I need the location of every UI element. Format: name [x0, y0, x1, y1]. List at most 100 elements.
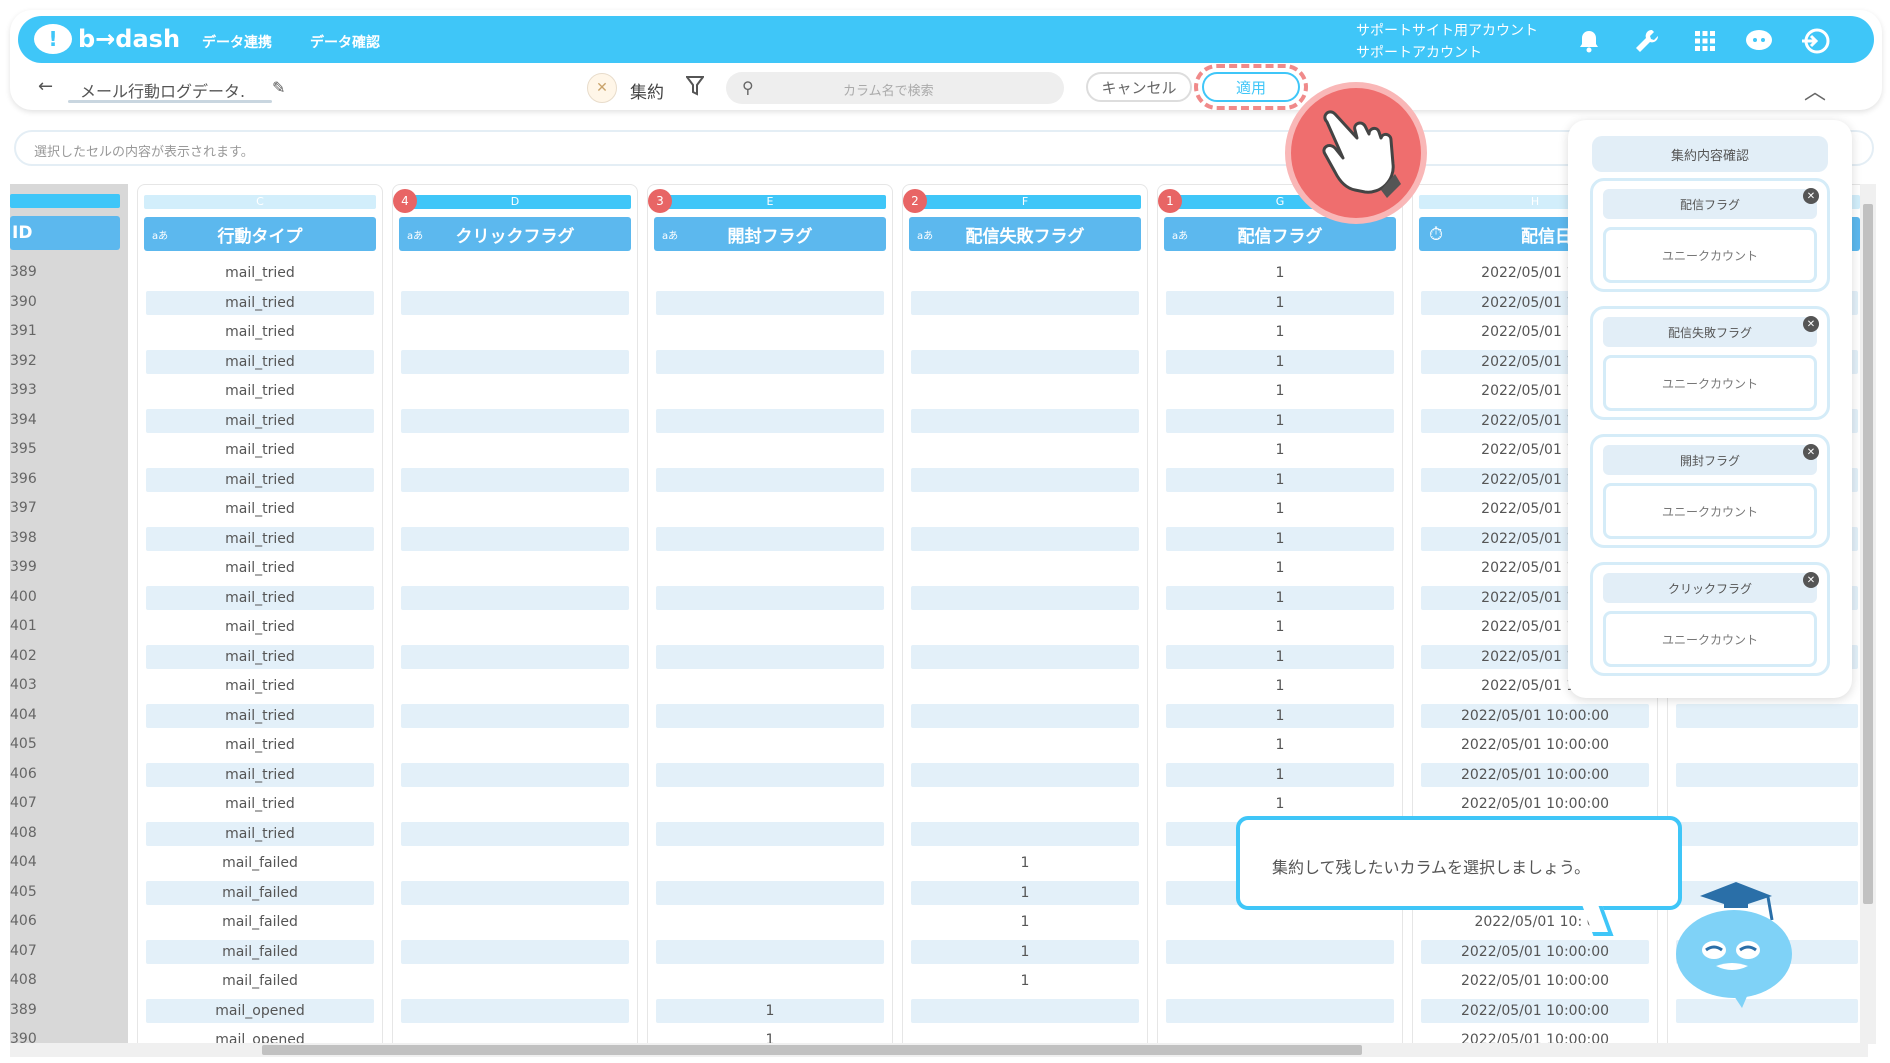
table-cell[interactable] [401, 438, 629, 462]
table-cell[interactable]: mail_tried [146, 497, 374, 521]
table-cell[interactable] [1676, 762, 1858, 787]
table-cell[interactable]: 1 [1166, 733, 1394, 757]
table-cell[interactable] [401, 290, 629, 315]
table-cell[interactable] [401, 497, 629, 521]
table-cell[interactable] [656, 556, 884, 580]
table-cell[interactable]: mail_tried [146, 290, 374, 315]
table-cell[interactable]: 1 [1166, 674, 1394, 698]
table-cell[interactable]: 1 [1166, 379, 1394, 403]
table-cell[interactable]: mail_tried [146, 615, 374, 639]
table-cell[interactable]: 2022/05/01 10:00:00 [1421, 703, 1649, 728]
horizontal-scroll-thumb[interactable] [262, 1045, 1362, 1055]
table-cell[interactable] [1166, 910, 1394, 934]
brain-icon[interactable] [1744, 26, 1774, 56]
table-cell[interactable]: 2022/05/01 10:00:00 [1421, 969, 1649, 993]
column-letter[interactable]: E [654, 195, 886, 209]
table-cell[interactable]: 2022/05/01 10:00:00 [1421, 762, 1649, 787]
table-cell[interactable] [656, 438, 884, 462]
table-cell[interactable]: mail_opened [146, 998, 374, 1023]
table-cell[interactable] [401, 851, 629, 875]
cancel-button[interactable]: キャンセル [1086, 72, 1192, 102]
table-cell[interactable]: 2022/05/01 10:00:00 [1421, 1028, 1649, 1044]
table-cell[interactable] [656, 526, 884, 551]
table-cell[interactable] [401, 467, 629, 492]
table-cell[interactable] [656, 408, 884, 433]
table-cell[interactable]: mail_tried [146, 320, 374, 344]
table-cell[interactable] [1166, 939, 1394, 964]
table-cell[interactable]: 1 [1166, 762, 1394, 787]
table-cell[interactable] [911, 497, 1139, 521]
close-icon[interactable]: ✕ [1803, 188, 1819, 204]
table-cell[interactable] [1676, 703, 1858, 728]
table-cell[interactable] [656, 290, 884, 315]
nav-data-check[interactable]: データ確認 [310, 32, 380, 52]
table-cell[interactable] [656, 497, 884, 521]
table-cell[interactable]: 1 [911, 939, 1139, 964]
table-cell[interactable] [401, 615, 629, 639]
table-cell[interactable]: mail_tried [146, 556, 374, 580]
table-cell[interactable]: mail_tried [146, 762, 374, 787]
table-cell[interactable] [401, 939, 629, 964]
column-header[interactable]: aあ 開封フラグ [654, 217, 886, 251]
bell-icon[interactable] [1574, 26, 1604, 56]
table-cell[interactable] [911, 438, 1139, 462]
table-cell[interactable] [1676, 821, 1858, 846]
column-header-id[interactable]: ID [10, 216, 120, 250]
table-cell[interactable] [656, 349, 884, 374]
table-cell[interactable] [656, 467, 884, 492]
card-method[interactable]: ユニークカウント [1603, 483, 1817, 539]
search-input[interactable]: カラム名で検索 [843, 80, 934, 99]
vertical-scroll-thumb[interactable] [1863, 204, 1873, 904]
table-cell[interactable] [401, 379, 629, 403]
table-cell[interactable] [911, 821, 1139, 846]
table-cell[interactable] [656, 320, 884, 344]
card-method[interactable]: ユニークカウント [1603, 355, 1817, 411]
table-cell[interactable]: 2022/05/01 10:00:00 [1421, 733, 1649, 757]
table-cell[interactable] [401, 1028, 629, 1044]
table-cell[interactable]: mail_tried [146, 792, 374, 816]
table-cell[interactable] [401, 792, 629, 816]
table-cell[interactable]: mail_tried [146, 408, 374, 433]
table-cell[interactable] [1166, 1028, 1394, 1044]
table-cell[interactable]: 2022/05/01 10:00:00 [1421, 792, 1649, 816]
table-cell[interactable]: 1 [656, 1028, 884, 1044]
table-cell[interactable]: 1 [1166, 792, 1394, 816]
table-cell[interactable] [911, 349, 1139, 374]
table-cell[interactable] [401, 644, 629, 669]
table-cell[interactable] [656, 615, 884, 639]
table-cell[interactable] [401, 703, 629, 728]
table-cell[interactable]: 1 [1166, 349, 1394, 374]
table-cell[interactable]: 1 [1166, 556, 1394, 580]
close-icon[interactable]: ✕ [1803, 444, 1819, 460]
table-cell[interactable] [656, 261, 884, 285]
table-cell[interactable] [656, 674, 884, 698]
vertical-scrollbar[interactable] [1860, 184, 1876, 1044]
table-cell[interactable] [401, 556, 629, 580]
table-cell[interactable]: mail_tried [146, 379, 374, 403]
table-cell[interactable] [401, 880, 629, 905]
table-cell[interactable]: 2022/05/01 10: 0 [1421, 910, 1649, 934]
aggregate-icon[interactable]: ✕ [587, 73, 617, 103]
table-cell[interactable]: 1 [1166, 290, 1394, 315]
table-cell[interactable] [656, 733, 884, 757]
table-cell[interactable] [911, 290, 1139, 315]
table-cell[interactable]: 2022/05/01 10:00:00 [1421, 998, 1649, 1023]
table-cell[interactable] [656, 851, 884, 875]
table-cell[interactable]: 2022/05/01 10:00:00 [1421, 939, 1649, 964]
table-cell[interactable] [656, 762, 884, 787]
table-cell[interactable] [911, 792, 1139, 816]
table-cell[interactable]: mail_failed [146, 969, 374, 993]
table-cell[interactable] [401, 408, 629, 433]
table-cell[interactable]: mail_tried [146, 526, 374, 551]
table-cell[interactable]: 1 [911, 880, 1139, 905]
table-cell[interactable] [401, 261, 629, 285]
table-cell[interactable]: 1 [1166, 615, 1394, 639]
table-cell[interactable]: mail_opened [146, 1028, 374, 1044]
column-header[interactable]: aあ クリックフラグ [399, 217, 631, 251]
table-cell[interactable] [911, 379, 1139, 403]
table-cell[interactable] [911, 674, 1139, 698]
table-cell[interactable] [656, 585, 884, 610]
table-cell[interactable]: mail_tried [146, 467, 374, 492]
table-cell[interactable] [911, 526, 1139, 551]
table-cell[interactable]: mail_failed [146, 939, 374, 964]
